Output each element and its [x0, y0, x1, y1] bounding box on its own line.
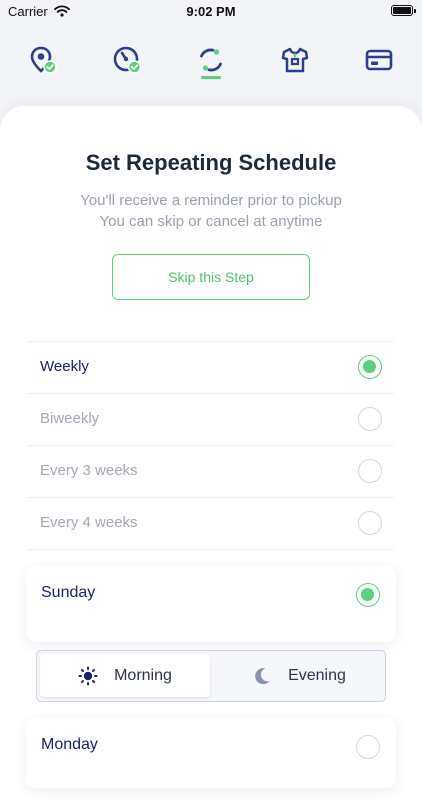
- frequency-label: Biweekly: [40, 410, 100, 427]
- radio-unselected-icon[interactable]: [356, 735, 380, 759]
- radio-selected-icon[interactable]: [358, 355, 382, 379]
- frequency-list: Weekly Biweekly Every 3 weeks Every 4 we…: [28, 341, 394, 550]
- day-panel-sunday[interactable]: Sunday: [26, 566, 396, 642]
- frequency-option-biweekly[interactable]: Biweekly: [28, 393, 394, 445]
- frequency-option-every-4-weeks[interactable]: Every 4 weeks: [28, 497, 394, 550]
- evening-option[interactable]: Evening: [215, 654, 383, 697]
- sun-icon: [78, 666, 98, 686]
- step-navigation: [0, 38, 422, 88]
- location-check-icon[interactable]: [27, 44, 59, 76]
- frequency-option-every-3-weeks[interactable]: Every 3 weeks: [28, 445, 394, 497]
- page-title: Set Repeating Schedule: [85, 150, 337, 175]
- frequency-option-weekly[interactable]: Weekly: [28, 341, 394, 393]
- frequency-label: Every 3 weeks: [40, 462, 138, 479]
- day-panel-monday[interactable]: Monday: [26, 718, 396, 788]
- radio-selected-icon[interactable]: [356, 583, 380, 607]
- morning-label: Morning: [114, 666, 172, 684]
- time-of-day-toggle: Morning Evening: [36, 650, 386, 702]
- morning-option[interactable]: Morning: [40, 654, 210, 697]
- radio-unselected-icon[interactable]: [358, 459, 382, 483]
- active-step-indicator: [201, 76, 221, 79]
- tshirt-icon[interactable]: [279, 44, 311, 76]
- evening-label: Evening: [288, 666, 346, 684]
- skip-step-button[interactable]: Skip this Step: [112, 254, 310, 300]
- frequency-label: Weekly: [40, 358, 89, 375]
- status-time: 9:02 PM: [186, 4, 236, 19]
- radio-unselected-icon[interactable]: [358, 511, 382, 535]
- subtitle-line-1: You'll receive a reminder prior to picku…: [80, 192, 342, 209]
- subtitle-line-2: You can skip or cancel at anytime: [99, 213, 323, 230]
- subtitle: You'll receive a reminder prior to picku…: [0, 190, 422, 232]
- day-label: Monday: [41, 736, 98, 753]
- battery-icon: [391, 5, 416, 16]
- repeat-schedule-icon[interactable]: [195, 44, 227, 76]
- frequency-label: Every 4 weeks: [40, 514, 138, 531]
- day-label: Sunday: [41, 584, 96, 601]
- moon-icon: [252, 666, 272, 686]
- status-bar: Carrier 9:02 PM: [0, 0, 422, 24]
- clock-check-icon[interactable]: [111, 44, 143, 76]
- radio-unselected-icon[interactable]: [358, 407, 382, 431]
- payment-card-icon[interactable]: [363, 44, 395, 76]
